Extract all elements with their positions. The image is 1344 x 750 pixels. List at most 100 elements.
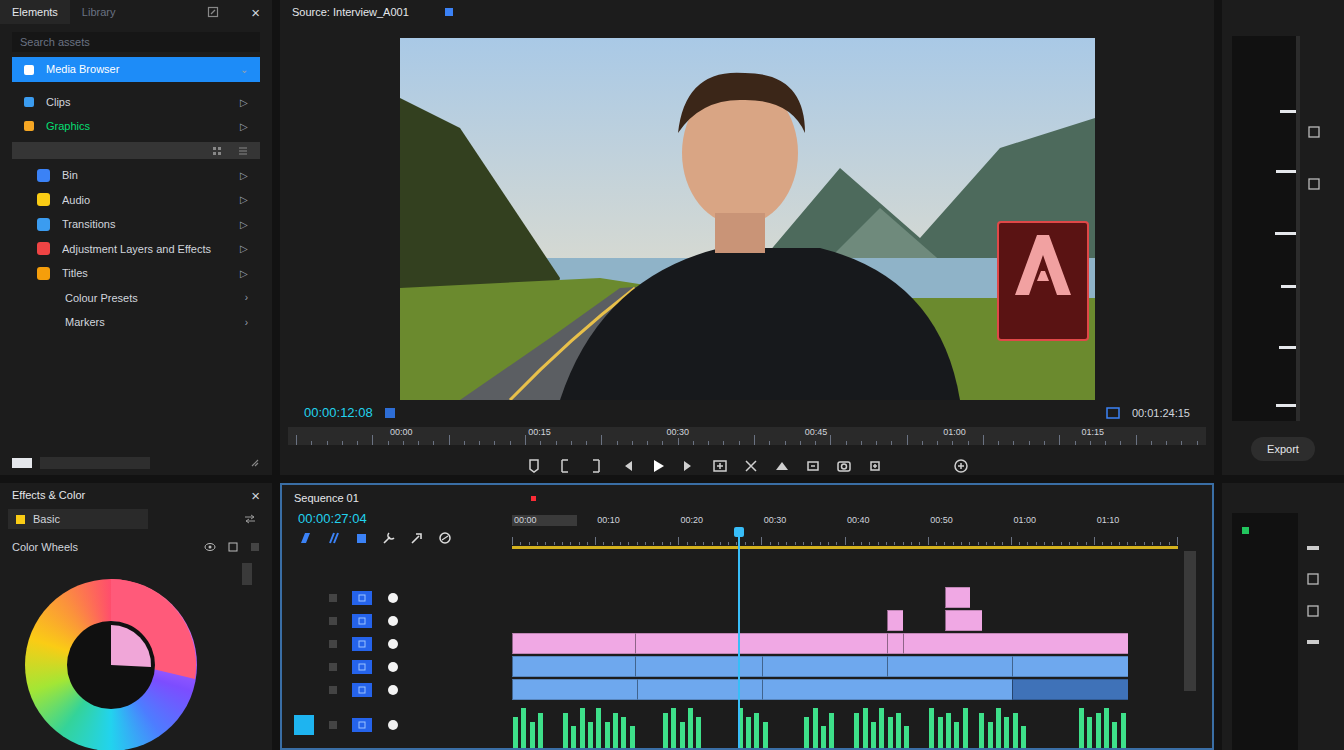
timeline-clip[interactable]	[635, 656, 762, 677]
timeline-clip[interactable]	[945, 610, 982, 631]
chevron-icon[interactable]: ▷	[240, 217, 248, 232]
panel-tab[interactable]: Library	[70, 0, 128, 24]
wrench-icon[interactable]	[382, 531, 396, 545]
sync-button[interactable]	[352, 614, 372, 628]
preset-dropdown[interactable]: Basic	[8, 509, 148, 529]
list-icon[interactable]	[238, 146, 248, 156]
chevron-icon[interactable]: ▷	[240, 95, 248, 110]
scrollbar[interactable]	[242, 563, 252, 585]
swap-icon[interactable]	[244, 514, 256, 524]
track-target[interactable]	[294, 657, 314, 677]
sync-button[interactable]	[352, 718, 372, 732]
timeline-scrollbar[interactable]	[1184, 549, 1196, 748]
library-item[interactable]: Audio▷	[0, 188, 272, 213]
lock-icon[interactable]	[328, 662, 338, 672]
timeline-clip[interactable]	[762, 679, 1012, 700]
slider-strip[interactable]	[1232, 36, 1300, 421]
arrow-icon[interactable]	[410, 531, 424, 545]
chevron-icon[interactable]: ›	[245, 315, 248, 330]
sync-button[interactable]	[352, 660, 372, 674]
chevron-icon[interactable]: ▷	[240, 168, 248, 183]
eye-icon[interactable]	[386, 591, 400, 605]
mute-icon[interactable]	[386, 718, 400, 732]
close-button[interactable]: ×	[251, 5, 272, 20]
marker-add-icon[interactable]	[354, 531, 368, 545]
eye-icon[interactable]	[386, 637, 400, 651]
settings-icon[interactable]	[438, 531, 452, 545]
sync-button[interactable]	[352, 591, 372, 605]
settings-icon[interactable]	[867, 458, 883, 474]
timeline-clip[interactable]	[512, 633, 635, 654]
chevron-icon[interactable]: ▷	[240, 192, 248, 207]
panel-tab[interactable]: Elements	[0, 0, 70, 24]
marker-icon[interactable]	[526, 458, 542, 474]
chevron-icon[interactable]: ▷	[240, 119, 248, 134]
chevron-icon[interactable]: ▷	[240, 241, 248, 256]
timeline-clip[interactable]	[512, 679, 637, 700]
export-button[interactable]: Export	[1251, 437, 1315, 461]
track-target[interactable]	[294, 680, 314, 700]
track-target[interactable]	[294, 611, 314, 631]
lock-icon[interactable]	[328, 616, 338, 626]
lift-icon[interactable]	[774, 458, 790, 474]
list-item[interactable]: Media Browser⌄	[12, 57, 260, 82]
library-item[interactable]: Transitions▷	[0, 212, 272, 237]
fit-icon[interactable]	[1106, 407, 1120, 419]
frame-icon[interactable]	[1308, 126, 1320, 138]
timeline-clip[interactable]	[903, 633, 1128, 654]
menu-icon[interactable]	[250, 542, 260, 552]
lock-icon[interactable]	[328, 639, 338, 649]
timeline-ruler[interactable]: 00:0000:1000:2000:3000:4000:5001:0001:10	[512, 511, 1178, 549]
eye-icon[interactable]	[386, 660, 400, 674]
list-item[interactable]: Graphics▷	[12, 114, 260, 138]
lock-icon[interactable]	[328, 720, 338, 730]
mark-in-icon[interactable]	[557, 458, 573, 474]
eye-icon[interactable]	[386, 614, 400, 628]
frame-icon[interactable]	[1308, 178, 1320, 190]
extract-icon[interactable]	[805, 458, 821, 474]
timeline-clip[interactable]	[945, 587, 970, 608]
lock-icon[interactable]	[328, 685, 338, 695]
timeline-clip[interactable]	[637, 679, 762, 700]
snap-icon[interactable]	[298, 531, 312, 545]
timeline-clip[interactable]	[887, 633, 904, 654]
overwrite-icon[interactable]	[743, 458, 759, 474]
footer-thumb[interactable]	[12, 458, 32, 468]
playhead-handle[interactable]	[734, 527, 744, 537]
mark-out-icon[interactable]	[588, 458, 604, 474]
timeline-clip[interactable]	[887, 656, 1012, 677]
chevron-icon[interactable]: ▷	[240, 266, 248, 281]
sync-button[interactable]	[352, 637, 372, 651]
eye-icon[interactable]	[204, 542, 216, 552]
timeline-clip[interactable]	[762, 656, 887, 677]
frame-icon[interactable]	[1307, 605, 1319, 617]
play-icon[interactable]	[650, 458, 666, 474]
search-input[interactable]	[20, 34, 252, 51]
add-button-icon[interactable]	[953, 458, 969, 474]
list-item[interactable]: Clips▷	[12, 90, 260, 114]
search-field[interactable]	[12, 32, 260, 52]
timeline-clip[interactable]	[635, 633, 886, 654]
export-frame-icon[interactable]	[836, 458, 852, 474]
link-icon[interactable]	[326, 531, 340, 545]
sync-button[interactable]	[352, 683, 372, 697]
expand-icon[interactable]	[207, 6, 219, 18]
chevron-icon[interactable]: ›	[245, 290, 248, 305]
lock-icon[interactable]	[328, 593, 338, 603]
library-item[interactable]: Markers›	[0, 310, 272, 335]
step-back-icon[interactable]	[619, 458, 635, 474]
library-item[interactable]: Adjustment Layers and Effects▷	[0, 237, 272, 262]
work-area-bar[interactable]	[512, 546, 1178, 549]
scrollbar[interactable]	[40, 457, 150, 469]
frame-icon[interactable]	[1307, 573, 1319, 585]
step-forward-icon[interactable]	[681, 458, 697, 474]
fader-icon[interactable]	[1306, 637, 1320, 647]
track-target[interactable]	[294, 715, 314, 735]
timeline-clip[interactable]	[1012, 656, 1129, 677]
eye-icon[interactable]	[386, 683, 400, 697]
timeline-clip[interactable]	[887, 610, 904, 631]
library-item[interactable]: Titles▷	[0, 261, 272, 286]
grid-icon[interactable]	[212, 146, 222, 156]
track-target[interactable]	[294, 634, 314, 654]
reset-icon[interactable]	[228, 542, 238, 552]
